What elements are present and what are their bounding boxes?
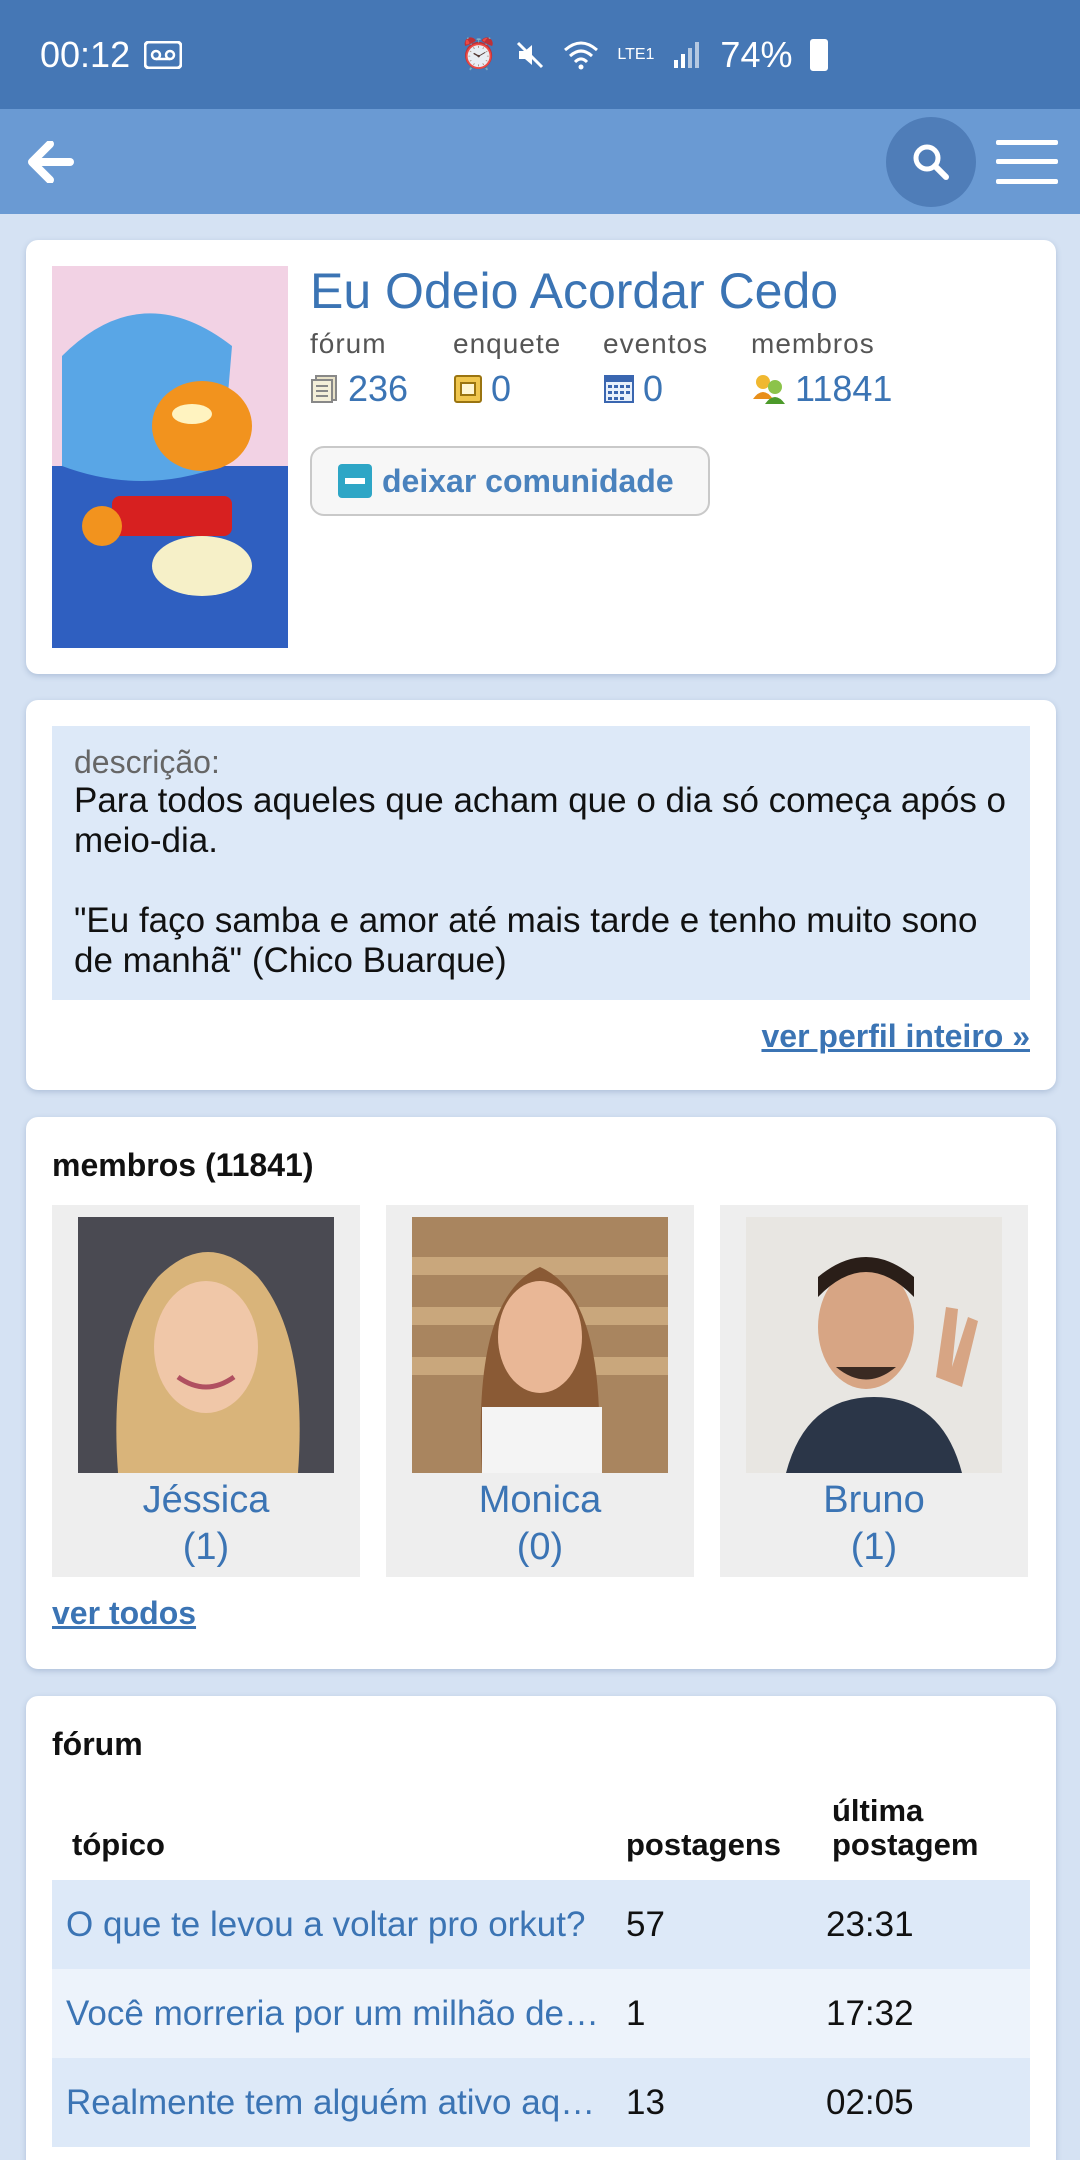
description-text: Para todos aqueles que acham que o dia s…	[74, 781, 1007, 980]
community-avatar[interactable]	[52, 266, 288, 648]
header-topic: tópico	[72, 1827, 165, 1862]
volte-icon: LTE1	[617, 45, 655, 63]
battery-icon	[810, 38, 829, 71]
member-photo	[746, 1217, 1002, 1473]
stat-value: 236	[348, 368, 409, 409]
community-title: Eu Odeio Acordar Cedo	[310, 263, 839, 319]
members-title: membros (11841)	[52, 1147, 314, 1183]
community-stats: fórum 236 enquete 0 eventos 0 membros 11…	[310, 328, 921, 410]
topic-link[interactable]: Realmente tem alguém ativo aqui?	[66, 2083, 626, 2123]
stat-value: 0	[643, 368, 664, 409]
search-button[interactable]	[886, 116, 976, 207]
minus-icon	[338, 464, 372, 498]
signal-icon	[674, 41, 700, 68]
app-bar	[0, 109, 1080, 214]
member-name: Monica	[478, 1479, 602, 1521]
topic-link[interactable]: Você morreria por um milhão de reais?	[66, 1994, 626, 2034]
member-photo	[412, 1217, 668, 1473]
header-last-post: última postagem	[832, 1793, 979, 1862]
member-photo	[78, 1217, 334, 1473]
forum-card: fórum tópico postagens última postagem O…	[26, 1696, 1056, 2160]
stat-members[interactable]: membros 11841	[751, 328, 921, 410]
mute-icon	[517, 41, 544, 68]
last-post-time: 02:05	[826, 2082, 914, 2122]
alarm-icon: ⏰	[460, 38, 498, 71]
stat-label: enquete	[453, 328, 562, 359]
stat-value: 0	[491, 368, 512, 409]
menu-icon-bar	[996, 178, 1058, 184]
garfield-image	[52, 266, 288, 648]
stat-value: 11841	[795, 368, 893, 409]
arrow-left-icon	[28, 140, 74, 183]
table-row[interactable]: Realmente tem alguém ativo aqui? 13 02:0…	[52, 2058, 1030, 2147]
members-icon	[753, 375, 785, 404]
post-count: 57	[626, 1904, 665, 1944]
community-card: Eu Odeio Acordar Cedo fórum 236 enquete	[26, 240, 1056, 674]
members-card: membros (11841) Jéssica (1) Monica (0) B…	[26, 1117, 1056, 1669]
member-count: (1)	[182, 1526, 230, 1568]
poll-icon	[454, 375, 482, 403]
menu-button[interactable]	[996, 139, 1058, 184]
voicemail-icon	[144, 40, 183, 69]
back-button[interactable]	[26, 137, 76, 187]
member-name: Bruno	[823, 1479, 925, 1521]
leave-community-label: deixar comunidade	[382, 462, 674, 499]
member-card[interactable]: Monica (0)	[386, 1205, 694, 1577]
table-row[interactable]: O que te levou a voltar pro orkut? 57 23…	[52, 1880, 1030, 1969]
search-icon	[913, 144, 949, 180]
forum-title: fórum	[52, 1726, 143, 1762]
description-label: descrição:	[74, 744, 220, 780]
last-post-time: 17:32	[826, 1993, 914, 2033]
topic-link[interactable]: O que te levou a voltar pro orkut?	[66, 1905, 626, 1945]
status-icons: ⏰ LTE1 74%	[460, 0, 829, 109]
stat-label: fórum	[310, 328, 387, 359]
stat-label: membros	[751, 328, 875, 359]
forum-table: tópico postagens última postagem O que t…	[52, 1782, 1030, 2147]
forum-table-header: tópico postagens última postagem	[52, 1782, 1030, 1880]
forum-icon	[311, 375, 337, 403]
stat-events[interactable]: eventos 0	[603, 328, 751, 410]
see-all-members-link[interactable]: ver todos	[52, 1595, 196, 1632]
member-card[interactable]: Jéssica (1)	[52, 1205, 360, 1577]
member-count: (1)	[850, 1526, 898, 1568]
member-card[interactable]: Bruno (1)	[720, 1205, 1028, 1577]
last-post-time: 23:31	[826, 1904, 914, 1944]
post-count: 1	[626, 1993, 646, 2033]
menu-icon-bar	[996, 139, 1058, 145]
header-posts: postagens	[626, 1827, 782, 1862]
menu-icon-bar	[996, 159, 1058, 164]
stat-forum[interactable]: fórum 236	[310, 328, 453, 410]
member-count: (0)	[516, 1526, 564, 1568]
full-profile-link[interactable]: ver perfil inteiro »	[761, 1018, 1030, 1055]
battery-percent: 74%	[720, 33, 793, 75]
description-card: descrição: Para todos aqueles que acham …	[26, 700, 1056, 1090]
post-count: 13	[626, 2082, 665, 2122]
leave-community-button[interactable]: deixar comunidade	[310, 446, 710, 516]
description-box: descrição: Para todos aqueles que acham …	[52, 726, 1030, 1000]
clock: 00:12	[40, 33, 131, 75]
calendar-icon	[604, 375, 634, 403]
stat-polls[interactable]: enquete 0	[453, 328, 603, 410]
member-grid: Jéssica (1) Monica (0) Bruno (1)	[52, 1205, 1028, 1577]
status-bar: 00:12 ⏰ LTE1 74%	[0, 0, 1080, 109]
wifi-icon	[564, 41, 599, 69]
member-name: Jéssica	[142, 1479, 270, 1521]
stat-label: eventos	[603, 328, 709, 359]
table-row[interactable]: Você morreria por um milhão de reais? 1 …	[52, 1969, 1030, 2058]
